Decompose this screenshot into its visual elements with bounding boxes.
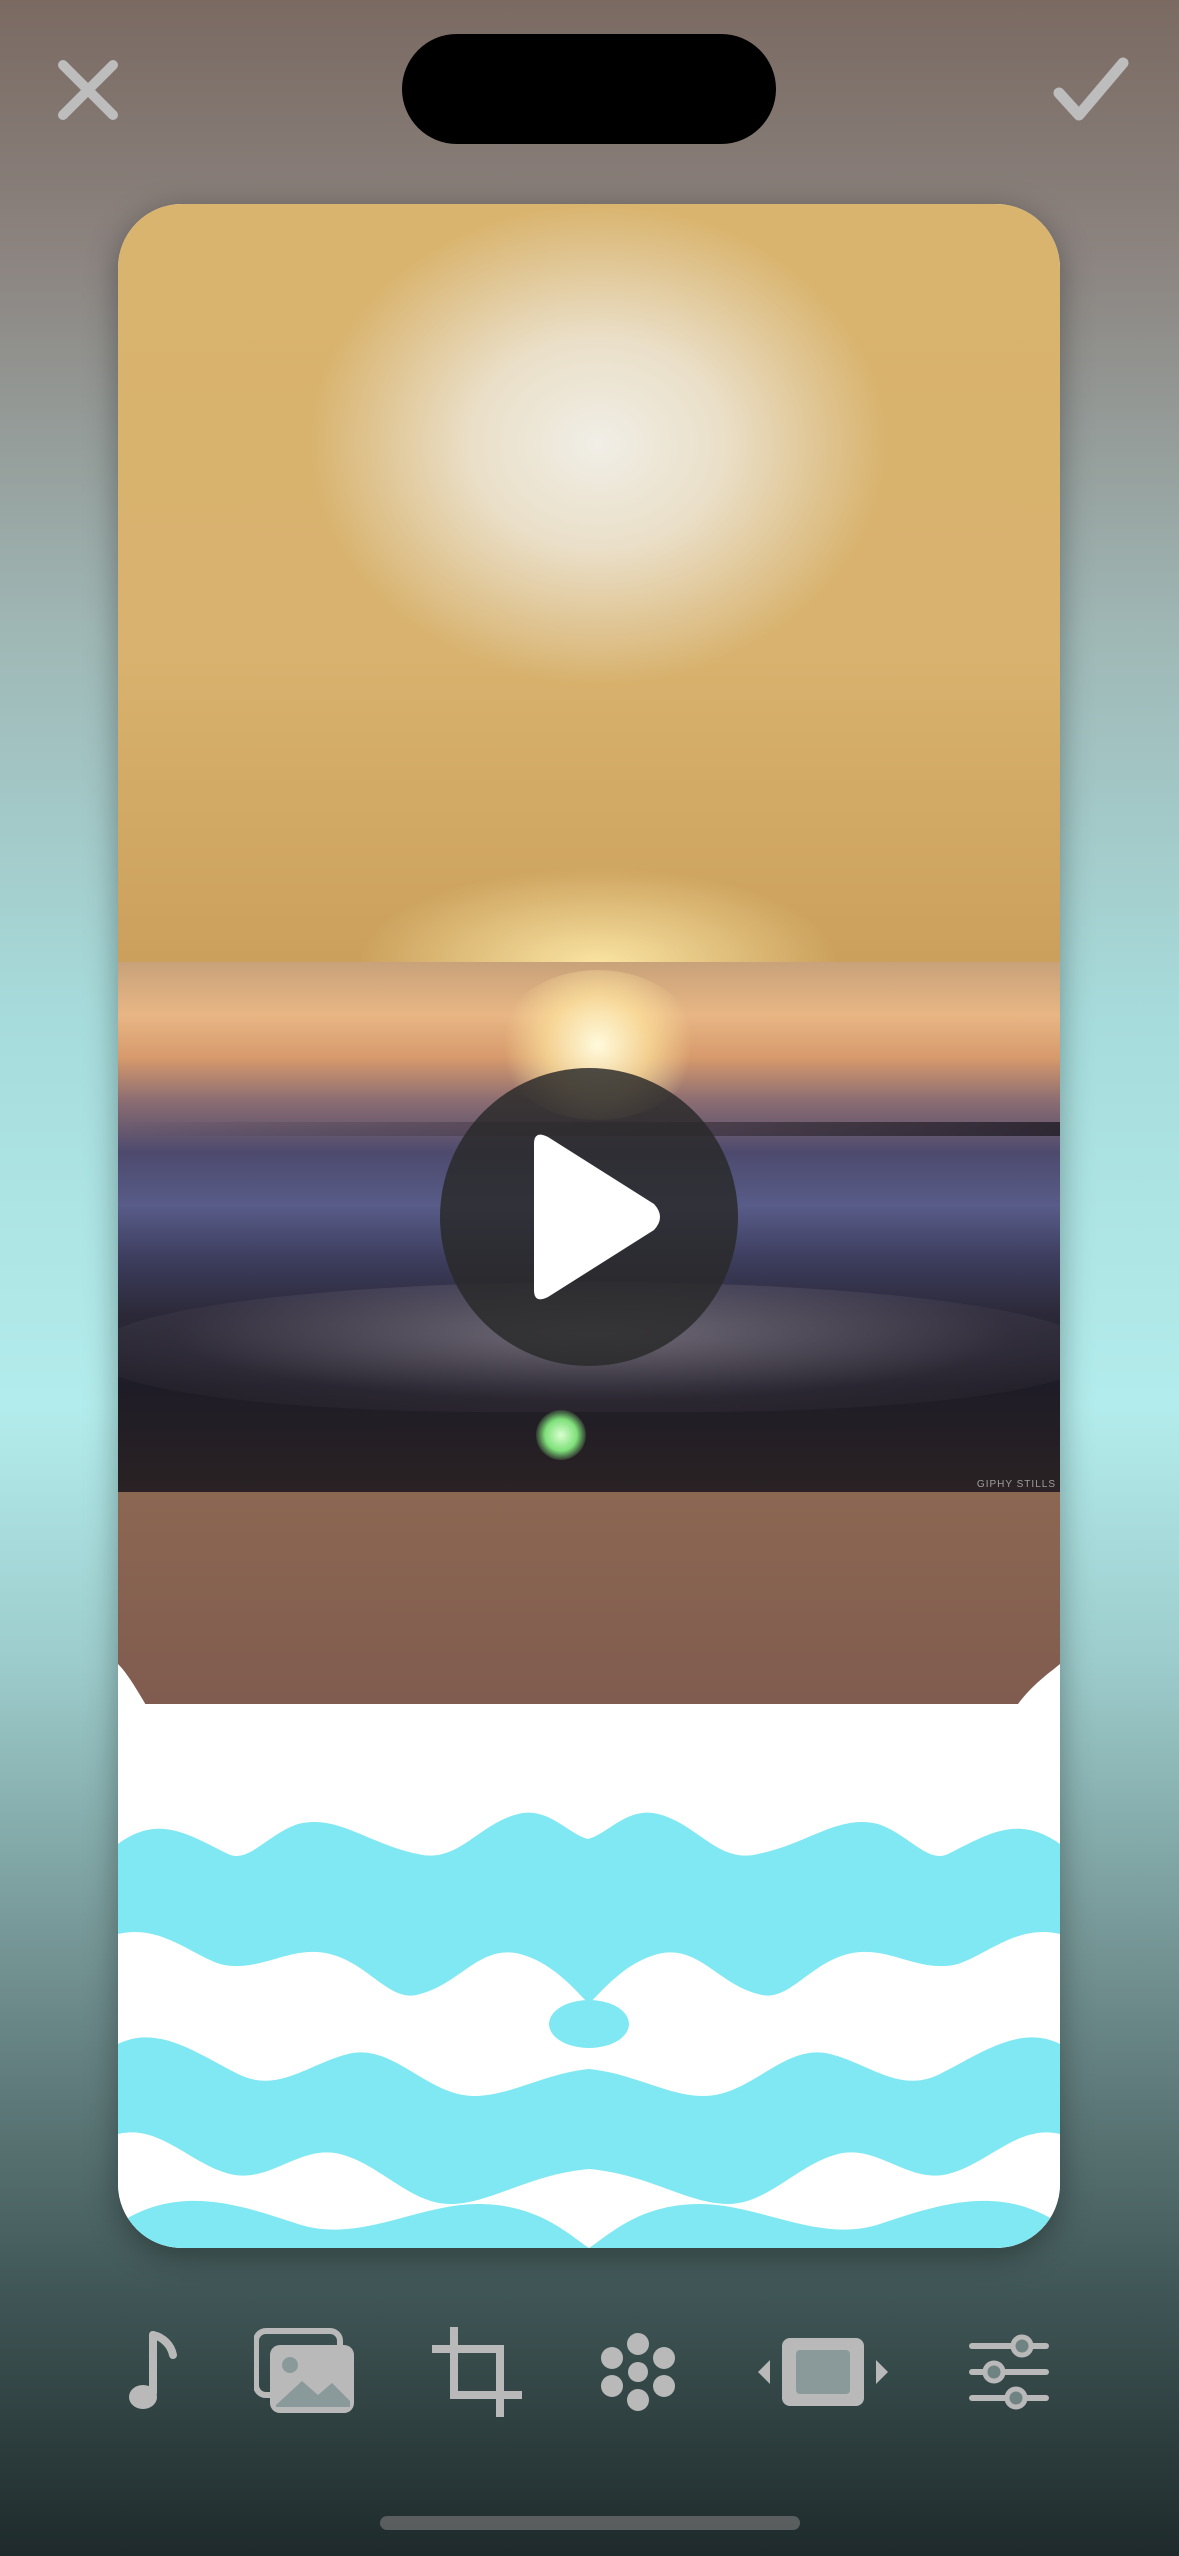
music-note-icon: [129, 2331, 177, 2409]
video-clip[interactable]: GIPHY STILLS: [118, 962, 1060, 1492]
dots-flower-icon: [601, 2333, 675, 2411]
tool-photos[interactable]: [254, 2322, 358, 2422]
tool-effects[interactable]: [596, 2322, 680, 2422]
wave-pattern-art: [118, 1664, 1060, 2248]
crop-icon: [432, 2327, 522, 2417]
dynamic-island: [402, 34, 776, 144]
lens-flare: [536, 1410, 586, 1460]
home-indicator[interactable]: [380, 2516, 800, 2530]
sliders-icon: [969, 2334, 1049, 2410]
tool-frame[interactable]: [756, 2322, 890, 2422]
close-button[interactable]: [48, 50, 128, 130]
tool-music[interactable]: [118, 2322, 188, 2422]
tool-adjust[interactable]: [968, 2322, 1050, 2422]
checkmark-icon: [1053, 57, 1129, 121]
play-icon: [534, 1134, 660, 1300]
video-watermark: GIPHY STILLS: [976, 1479, 1056, 1490]
close-icon: [58, 60, 118, 120]
story-canvas[interactable]: GIPHY STILLS: [118, 204, 1060, 2248]
photo-stack-icon: [254, 2328, 354, 2413]
play-button[interactable]: [440, 1068, 738, 1366]
bottom-toolbar: [0, 2322, 1179, 2432]
tool-crop[interactable]: [432, 2322, 522, 2422]
frame-resize-icon: [758, 2338, 888, 2406]
confirm-button[interactable]: [1051, 50, 1131, 130]
top-bar: [0, 0, 1179, 180]
